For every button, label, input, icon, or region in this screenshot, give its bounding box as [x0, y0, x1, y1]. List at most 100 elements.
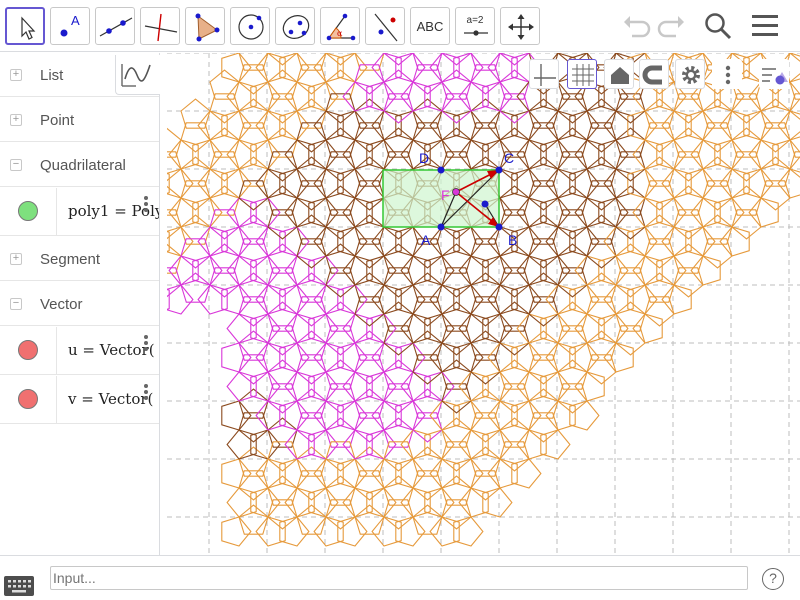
angle-tool-button[interactable]: α	[320, 7, 360, 45]
move-arrows-icon	[508, 14, 534, 40]
more-options-icon[interactable]	[140, 382, 152, 404]
pentagon-tile	[383, 267, 414, 298]
pentagon-tile	[308, 487, 339, 518]
standard-view-button[interactable]	[604, 59, 634, 89]
pentagon-tile	[482, 255, 513, 286]
label-C: C	[504, 150, 514, 166]
pentagon-tile	[470, 470, 501, 501]
pentagon-tile	[540, 429, 571, 460]
algebra-item-u[interactable]: u = Vector(	[0, 327, 159, 375]
pentagon-tile	[250, 255, 281, 286]
point-F[interactable]	[452, 188, 460, 196]
reflect-tool-button[interactable]	[365, 7, 405, 45]
pentagon-tile	[395, 53, 426, 83]
search-button[interactable]	[702, 10, 734, 42]
point-capturing-button[interactable]	[639, 59, 669, 89]
visibility-toggle[interactable]	[18, 389, 38, 409]
pentagon-tile	[267, 441, 298, 472]
pentagon-tile	[569, 342, 600, 373]
graphics-view[interactable]: A B C D F	[167, 53, 800, 555]
redo-button[interactable]	[656, 10, 688, 42]
collapse-icon[interactable]: −	[10, 298, 22, 310]
more-options-icon[interactable]	[140, 333, 152, 355]
pentagon-tile	[337, 110, 368, 141]
expand-icon[interactable]: +	[10, 253, 22, 265]
home-icon	[611, 67, 629, 84]
point-A[interactable]	[437, 223, 445, 231]
axes-toggle-button[interactable]	[529, 59, 559, 89]
algebra-item-poly1[interactable]: poly1 = Poly	[0, 188, 159, 236]
pentagon-tile	[499, 93, 530, 124]
graphics-settings-button[interactable]	[675, 59, 705, 89]
collapse-icon[interactable]: −	[10, 159, 22, 171]
point-tool-button[interactable]: A	[50, 7, 90, 45]
pentagon-tile	[603, 342, 634, 373]
grid-toggle-button[interactable]	[567, 59, 597, 89]
text-tool-button[interactable]: ABC	[410, 7, 450, 45]
graph-function-icon	[121, 64, 151, 87]
slider-icon	[464, 30, 488, 36]
expand-icon[interactable]: +	[10, 69, 22, 81]
style-bar-toggle-button[interactable]	[759, 59, 789, 89]
pentagon-tile	[412, 354, 443, 385]
pentagon-tile	[499, 267, 530, 298]
pentagon-tile	[221, 226, 252, 257]
visibility-toggle[interactable]	[18, 340, 38, 360]
line-tool-button[interactable]	[95, 7, 135, 45]
category-vector[interactable]: − Vector	[0, 282, 159, 326]
category-quadrilateral[interactable]: − Quadrilateral	[0, 143, 159, 187]
pentagon-tile	[180, 238, 211, 269]
pentagon-tile	[221, 284, 252, 315]
algebra-input-field[interactable]	[50, 566, 748, 590]
main-menu-button[interactable]	[750, 10, 782, 42]
expand-icon[interactable]: +	[10, 114, 22, 126]
graphics-canvas[interactable]: A B C D F	[167, 53, 800, 555]
category-point[interactable]: + Point	[0, 98, 159, 142]
pentagon-tile	[366, 255, 397, 286]
algebra-item-v[interactable]: v = Vector(	[0, 376, 159, 424]
point-E[interactable]	[481, 200, 489, 208]
help-button[interactable]: ?	[762, 568, 784, 590]
category-segment[interactable]: + Segment	[0, 237, 159, 281]
point-D[interactable]	[437, 166, 445, 174]
perpendicular-line-tool-button[interactable]	[140, 7, 180, 45]
point-B[interactable]	[495, 223, 503, 231]
more-graphics-options-button[interactable]	[712, 59, 742, 89]
pentagon-tile	[325, 209, 356, 240]
undo-button[interactable]	[620, 10, 652, 42]
point-C[interactable]	[495, 166, 503, 174]
visibility-toggle[interactable]	[18, 201, 38, 221]
pentagon-tile	[511, 284, 542, 315]
pentagon-tile	[238, 354, 269, 385]
pentagon-tile	[453, 342, 484, 373]
algebra-graph-toggle-button[interactable]	[115, 55, 160, 95]
pentagon-tile	[511, 400, 542, 431]
pentagon-tile	[673, 93, 704, 124]
pentagon-tile	[383, 441, 414, 472]
pentagon-tile	[615, 267, 646, 298]
pentagon-tile	[424, 487, 455, 518]
pentagon-tile	[412, 122, 443, 153]
pentagon-tile	[267, 209, 298, 240]
pentagon-tile	[337, 342, 368, 373]
conic-tool-button[interactable]	[275, 7, 315, 45]
pentagon-tile	[250, 429, 281, 460]
move-graphics-tool-button[interactable]	[500, 7, 540, 45]
pentagon-tile	[167, 284, 194, 315]
pentagon-tile	[366, 81, 397, 112]
pentagon-tile	[557, 325, 588, 356]
slider-tool-button[interactable]: a=2	[455, 7, 495, 45]
pentagon-tile	[354, 412, 385, 443]
circle-tool-button[interactable]	[230, 7, 270, 45]
pentagon-tile	[714, 197, 745, 228]
pentagon-tile	[557, 209, 588, 240]
pentagon-tile	[325, 383, 356, 414]
keyboard-button[interactable]	[4, 576, 34, 596]
pentagon-tile	[574, 371, 605, 402]
pentagon-tile	[296, 180, 327, 211]
pentagon-tile	[615, 209, 646, 240]
polygon-tool-button[interactable]	[185, 7, 225, 45]
pentagon-tile	[453, 458, 484, 489]
more-options-icon[interactable]	[140, 194, 152, 216]
move-tool-button[interactable]	[5, 7, 45, 45]
